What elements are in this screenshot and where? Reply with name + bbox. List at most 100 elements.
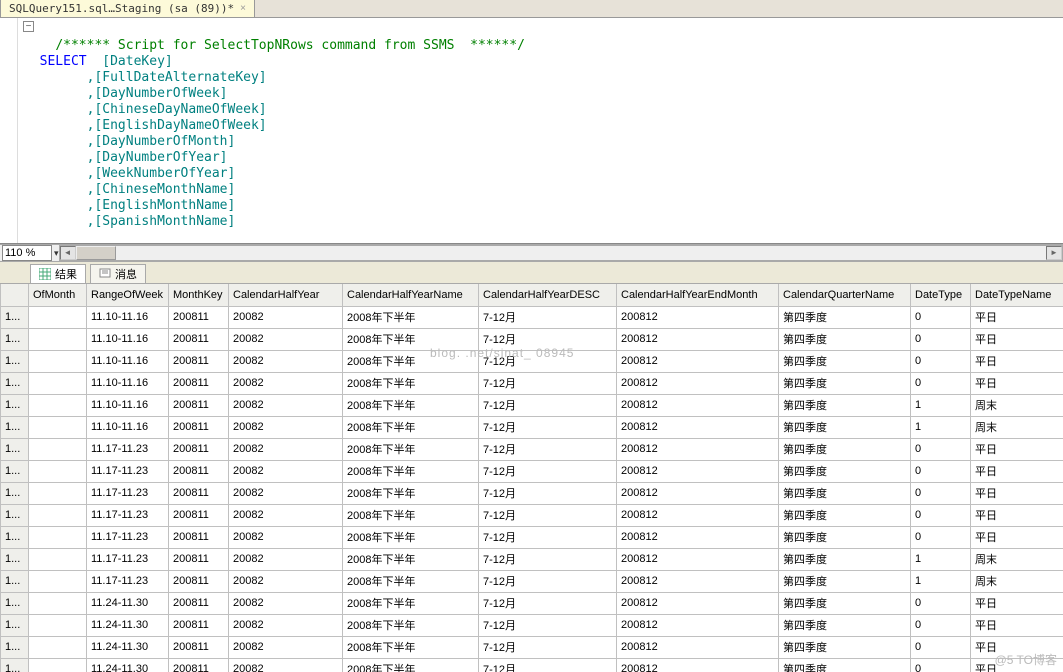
- cell[interactable]: 11.10-11.16: [87, 416, 169, 438]
- cell[interactable]: [29, 460, 87, 482]
- cell[interactable]: 20082: [229, 460, 343, 482]
- cell[interactable]: 7-12月: [479, 636, 617, 658]
- cell[interactable]: 20082: [229, 570, 343, 592]
- cell[interactable]: 2008年下半年: [343, 504, 479, 526]
- document-tab[interactable]: SQLQuery151.sql…Staging (sa (89))* ×: [0, 0, 255, 17]
- cell[interactable]: 200811: [169, 504, 229, 526]
- table-row[interactable]: 1...11.10-11.16200811200822008年下半年7-12月2…: [1, 416, 1063, 438]
- scroll-track[interactable]: [76, 246, 1046, 260]
- cell[interactable]: [29, 592, 87, 614]
- row-number-cell[interactable]: 1...: [1, 328, 29, 350]
- cell[interactable]: 11.24-11.30: [87, 658, 169, 672]
- cell[interactable]: 第四季度: [779, 482, 911, 504]
- cell[interactable]: 200811: [169, 416, 229, 438]
- cell[interactable]: 200811: [169, 592, 229, 614]
- cell[interactable]: 200811: [169, 460, 229, 482]
- row-number-cell[interactable]: 1...: [1, 416, 29, 438]
- cell[interactable]: 200812: [617, 460, 779, 482]
- row-number-cell[interactable]: 1...: [1, 460, 29, 482]
- cell[interactable]: 第四季度: [779, 438, 911, 460]
- table-row[interactable]: 1...11.17-11.23200811200822008年下半年7-12月2…: [1, 482, 1063, 504]
- cell[interactable]: 200811: [169, 328, 229, 350]
- row-number-cell[interactable]: 1...: [1, 636, 29, 658]
- table-row[interactable]: 1...11.24-11.30200811200822008年下半年7-12月2…: [1, 658, 1063, 672]
- table-row[interactable]: 1...11.10-11.16200811200822008年下半年7-12月2…: [1, 394, 1063, 416]
- cell[interactable]: 0: [911, 460, 971, 482]
- col-calendarquartername[interactable]: CalendarQuarterName: [779, 284, 911, 306]
- cell[interactable]: 20082: [229, 306, 343, 328]
- cell[interactable]: 7-12月: [479, 394, 617, 416]
- row-number-cell[interactable]: 1...: [1, 526, 29, 548]
- cell[interactable]: 200812: [617, 416, 779, 438]
- cell[interactable]: 周末: [971, 570, 1063, 592]
- cell[interactable]: 7-12月: [479, 416, 617, 438]
- table-row[interactable]: 1...11.17-11.23200811200822008年下半年7-12月2…: [1, 504, 1063, 526]
- cell[interactable]: [29, 614, 87, 636]
- table-row[interactable]: 1...11.17-11.23200811200822008年下半年7-12月2…: [1, 548, 1063, 570]
- cell[interactable]: 2008年下半年: [343, 614, 479, 636]
- cell[interactable]: 200811: [169, 570, 229, 592]
- cell[interactable]: 第四季度: [779, 592, 911, 614]
- cell[interactable]: 第四季度: [779, 614, 911, 636]
- cell[interactable]: 200811: [169, 438, 229, 460]
- row-number-cell[interactable]: 1...: [1, 372, 29, 394]
- cell[interactable]: 20082: [229, 504, 343, 526]
- cell[interactable]: 0: [911, 438, 971, 460]
- cell[interactable]: 2008年下半年: [343, 394, 479, 416]
- cell[interactable]: 第四季度: [779, 328, 911, 350]
- cell[interactable]: 200811: [169, 658, 229, 672]
- cell[interactable]: 周末: [971, 394, 1063, 416]
- cell[interactable]: 11.10-11.16: [87, 328, 169, 350]
- cell[interactable]: 平日: [971, 350, 1063, 372]
- cell[interactable]: 11.17-11.23: [87, 526, 169, 548]
- tab-results[interactable]: 结果: [30, 264, 86, 283]
- cell[interactable]: 2008年下半年: [343, 658, 479, 672]
- results-grid[interactable]: OfMonth RangeOfWeek MonthKey CalendarHal…: [0, 284, 1063, 672]
- cell[interactable]: 2008年下半年: [343, 482, 479, 504]
- cell[interactable]: [29, 658, 87, 672]
- col-ofmonth[interactable]: OfMonth: [29, 284, 87, 306]
- cell[interactable]: 11.24-11.30: [87, 636, 169, 658]
- cell[interactable]: 11.17-11.23: [87, 570, 169, 592]
- results-table[interactable]: OfMonth RangeOfWeek MonthKey CalendarHal…: [0, 284, 1063, 672]
- cell[interactable]: 平日: [971, 614, 1063, 636]
- horizontal-scrollbar[interactable]: ◄ ►: [59, 245, 1063, 261]
- cell[interactable]: 2008年下半年: [343, 592, 479, 614]
- table-row[interactable]: 1...11.10-11.16200811200822008年下半年7-12月2…: [1, 306, 1063, 328]
- cell[interactable]: [29, 504, 87, 526]
- cell[interactable]: 7-12月: [479, 350, 617, 372]
- cell[interactable]: 平日: [971, 482, 1063, 504]
- table-row[interactable]: 1...11.24-11.30200811200822008年下半年7-12月2…: [1, 636, 1063, 658]
- cell[interactable]: 第四季度: [779, 416, 911, 438]
- cell[interactable]: 7-12月: [479, 548, 617, 570]
- cell[interactable]: 200811: [169, 526, 229, 548]
- cell[interactable]: 0: [911, 592, 971, 614]
- row-number-cell[interactable]: 1...: [1, 482, 29, 504]
- cell[interactable]: 7-12月: [479, 482, 617, 504]
- cell[interactable]: 200812: [617, 438, 779, 460]
- table-row[interactable]: 1...11.24-11.30200811200822008年下半年7-12月2…: [1, 614, 1063, 636]
- col-rangeofweek[interactable]: RangeOfWeek: [87, 284, 169, 306]
- cell[interactable]: 20082: [229, 658, 343, 672]
- cell[interactable]: 平日: [971, 328, 1063, 350]
- cell[interactable]: [29, 482, 87, 504]
- cell[interactable]: 11.10-11.16: [87, 372, 169, 394]
- sql-editor[interactable]: − /****** Script for SelectTopNRows comm…: [0, 18, 1063, 244]
- cell[interactable]: 200811: [169, 350, 229, 372]
- cell[interactable]: 20082: [229, 416, 343, 438]
- cell[interactable]: [29, 306, 87, 328]
- cell[interactable]: 20082: [229, 438, 343, 460]
- cell[interactable]: 11.10-11.16: [87, 350, 169, 372]
- col-datetype[interactable]: DateType: [911, 284, 971, 306]
- row-number-cell[interactable]: 1...: [1, 394, 29, 416]
- cell[interactable]: 200812: [617, 636, 779, 658]
- table-row[interactable]: 1...11.10-11.16200811200822008年下半年7-12月2…: [1, 372, 1063, 394]
- cell[interactable]: 11.24-11.30: [87, 592, 169, 614]
- row-number-cell[interactable]: 1...: [1, 658, 29, 672]
- cell[interactable]: 20082: [229, 350, 343, 372]
- scroll-left-icon[interactable]: ◄: [60, 246, 76, 260]
- table-row[interactable]: 1...11.24-11.30200811200822008年下半年7-12月2…: [1, 592, 1063, 614]
- row-number-cell[interactable]: 1...: [1, 438, 29, 460]
- cell[interactable]: [29, 548, 87, 570]
- cell[interactable]: 20082: [229, 328, 343, 350]
